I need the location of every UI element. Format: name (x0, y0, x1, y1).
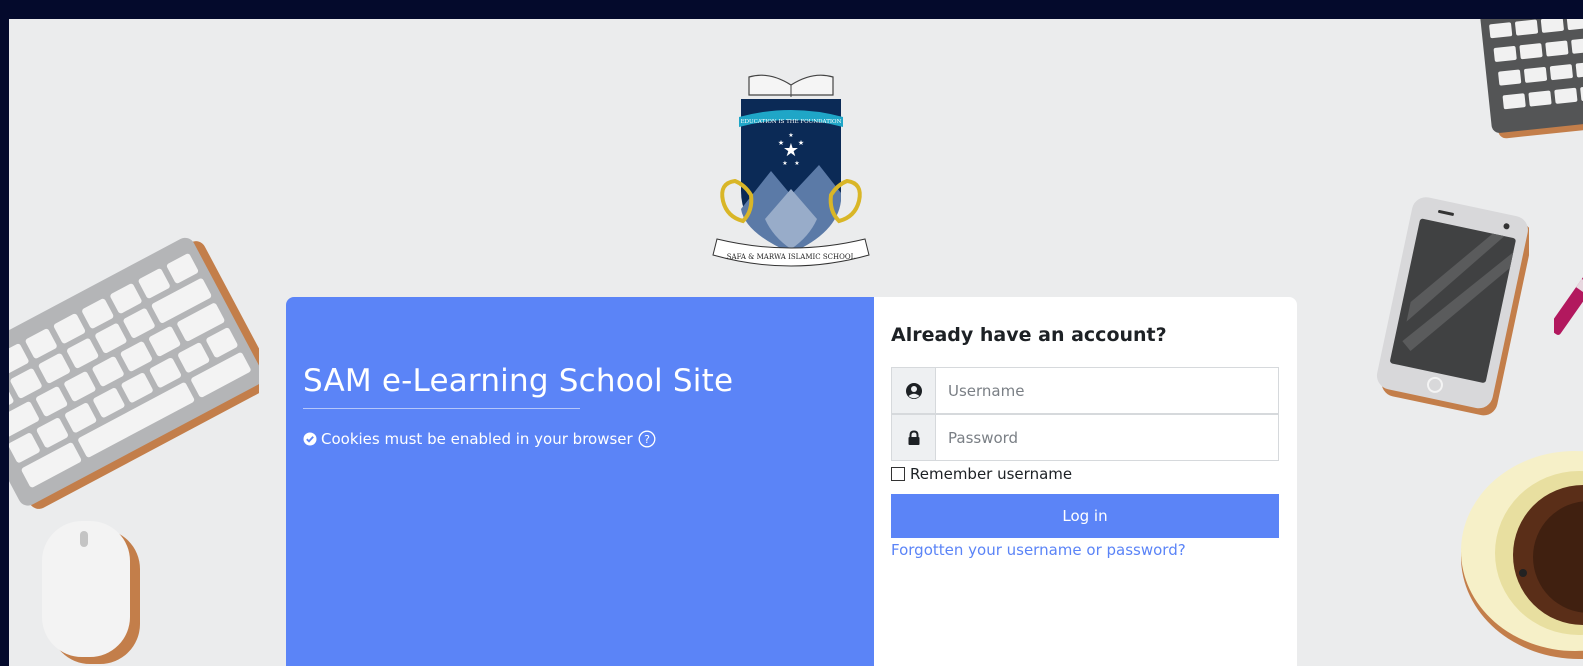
site-info-panel: SAM e-Learning School Site Cookies must … (286, 297, 876, 666)
svg-text:?: ? (644, 433, 650, 446)
pen-illustration (1554, 271, 1583, 335)
password-field (891, 414, 1279, 461)
keyboard-illustration (9, 237, 259, 509)
svg-text:★: ★ (798, 139, 804, 147)
remember-label: Remember username (910, 465, 1073, 483)
phone-illustration (1376, 197, 1529, 416)
username-input[interactable] (936, 368, 1278, 413)
svg-text:★: ★ (794, 160, 799, 167)
title-divider (303, 408, 580, 409)
question-circle-icon[interactable]: ? (638, 430, 656, 448)
page-background: EDUCATION IS THE FOUNDATION ★ ★ ★ ★ ★ ★ … (9, 19, 1583, 666)
password-input[interactable] (936, 415, 1278, 460)
svg-text:★: ★ (788, 132, 793, 139)
keyboard-corner-illustration (1479, 19, 1583, 139)
cookie-notice-text: Cookies must be enabled in your browser (321, 430, 633, 448)
mouse-illustration (42, 521, 140, 664)
school-logo: EDUCATION IS THE FOUNDATION ★ ★ ★ ★ ★ ★ … (712, 74, 870, 267)
login-heading: Already have an account? (891, 324, 1167, 346)
login-button[interactable]: Log in (891, 494, 1279, 538)
login-panel: Already have an account? R (874, 297, 1297, 666)
coffee-cup-illustration (1461, 451, 1583, 659)
username-field (891, 367, 1279, 414)
site-title: SAM e-Learning School Site (303, 363, 734, 399)
svg-text:★: ★ (778, 139, 784, 147)
logo-motto-text: EDUCATION IS THE FOUNDATION (741, 119, 842, 125)
check-circle-icon (303, 432, 317, 446)
lock-icon (892, 415, 936, 460)
svg-text:★: ★ (782, 160, 787, 167)
cookie-notice: Cookies must be enabled in your browser … (303, 430, 660, 448)
forgot-password-link[interactable]: Forgotten your username or password? (891, 541, 1186, 559)
logo-school-name: SAFA & MARWA ISLAMIC SCHOOL (727, 253, 856, 261)
remember-username[interactable]: Remember username (891, 465, 1072, 483)
remember-checkbox[interactable] (891, 467, 905, 481)
user-icon (892, 368, 936, 413)
svg-text:★: ★ (783, 140, 799, 161)
